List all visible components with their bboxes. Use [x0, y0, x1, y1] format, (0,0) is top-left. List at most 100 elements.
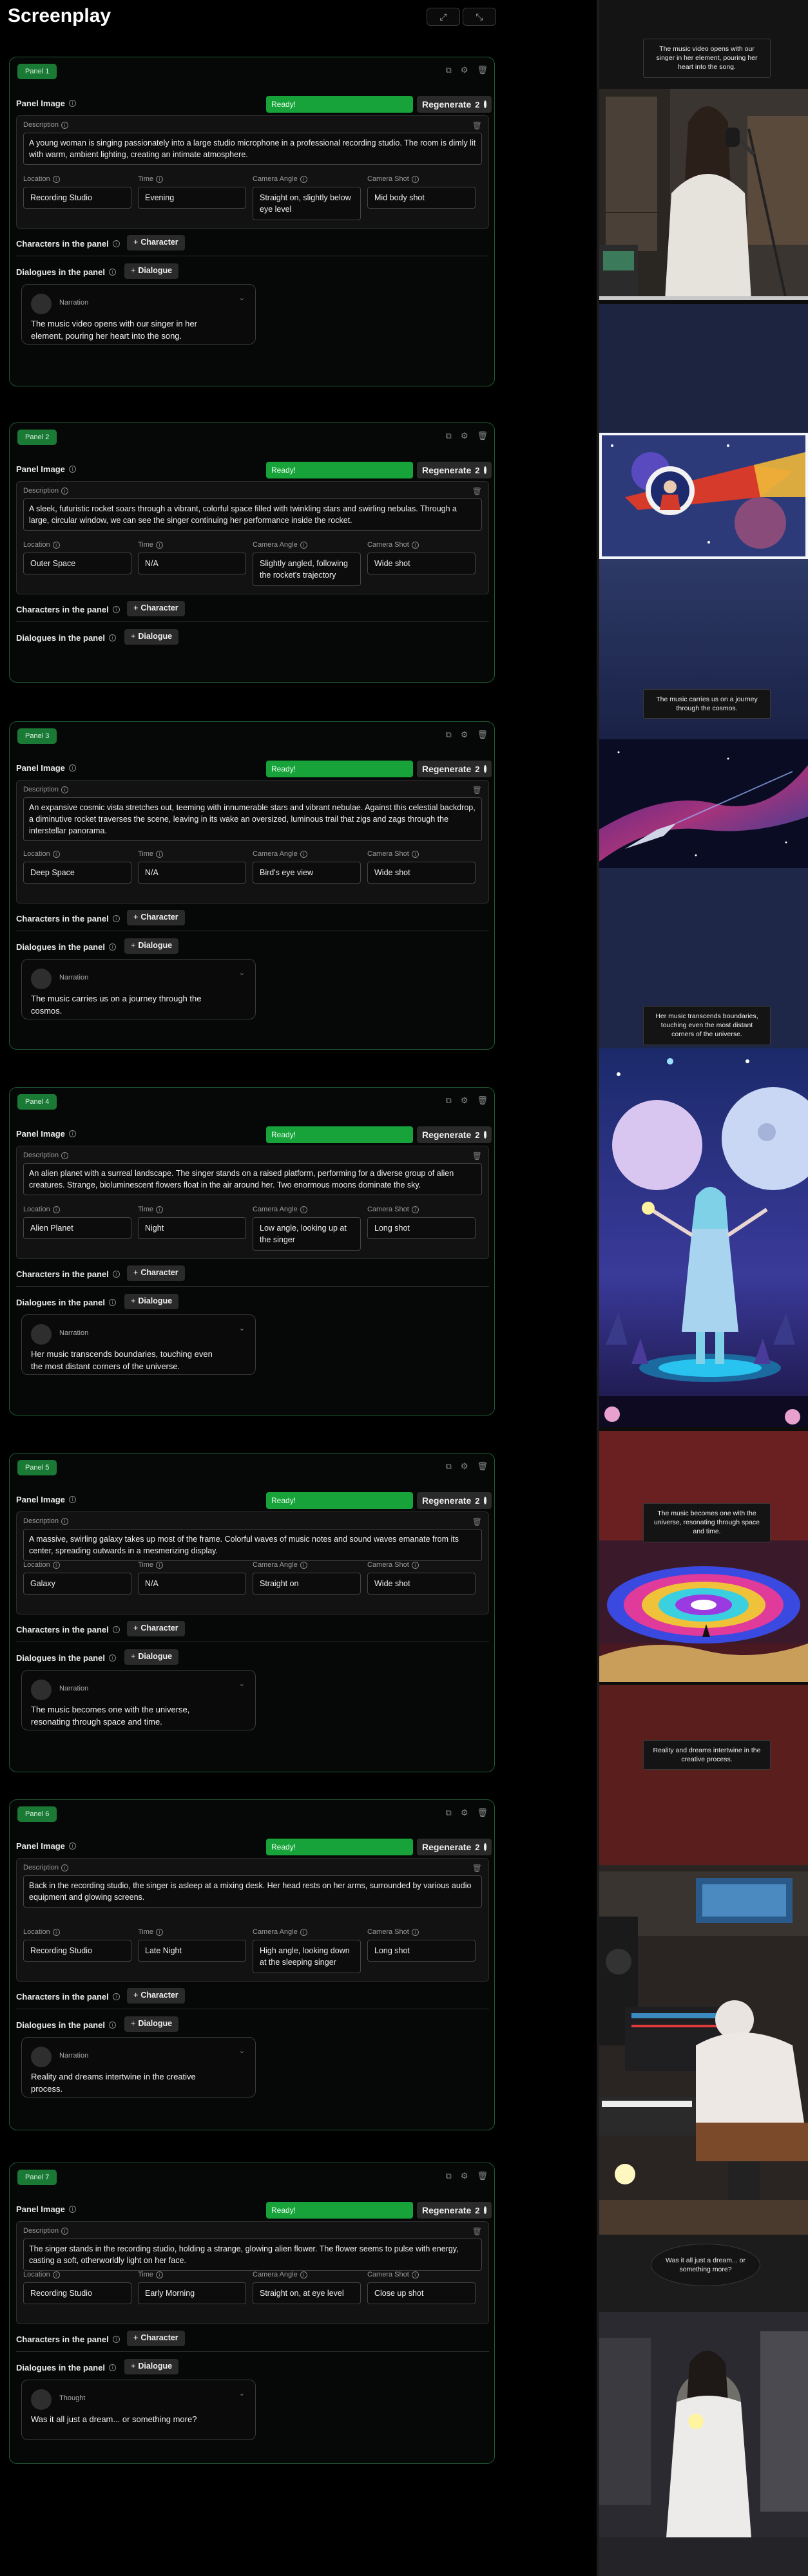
chevron-down-icon[interactable]: ⌄: [239, 294, 245, 302]
dialogue-type[interactable]: Thought: [59, 2394, 85, 2402]
add-dialogue-button[interactable]: + Dialogue: [124, 1649, 179, 1665]
copy-icon[interactable]: ⧉: [446, 431, 452, 441]
location-field[interactable]: Recording Studio: [23, 1940, 131, 1962]
regenerate-button[interactable]: Regenerate 2: [417, 462, 492, 478]
camera_angle-field[interactable]: Straight on, at eye level: [253, 2282, 361, 2305]
dialogue-text[interactable]: The music video opens with our singer in…: [31, 318, 224, 343]
dialogue-card[interactable]: Narration ⌄ Her music transcends boundar…: [21, 1314, 256, 1375]
add-dialogue-button[interactable]: + Dialogue: [124, 2359, 179, 2374]
chevron-down-icon[interactable]: ⌄: [239, 1324, 245, 1332]
add-character-button[interactable]: + Character: [127, 235, 185, 251]
add-character-button[interactable]: + Character: [127, 910, 185, 925]
chevron-down-icon[interactable]: ⌄: [239, 969, 245, 977]
trash-icon[interactable]: 🗑: [477, 1095, 488, 1106]
dialogue-text[interactable]: The music becomes one with the universe,…: [31, 1704, 224, 1728]
dialogue-type[interactable]: Narration: [59, 974, 88, 981]
dialogue-card[interactable]: Narration ⌄ The music video opens with o…: [21, 284, 256, 345]
expand-all-button[interactable]: ⤢: [427, 8, 460, 26]
camera_shot-field[interactable]: Wide shot: [367, 553, 476, 575]
copy-icon[interactable]: ⧉: [446, 1808, 452, 1818]
description-field[interactable]: Back in the recording studio, the singer…: [23, 1875, 482, 1908]
settings-icon[interactable]: ⚙: [461, 730, 468, 740]
camera_shot-field[interactable]: Long shot: [367, 1217, 476, 1240]
camera_angle-field[interactable]: Slightly angled, following the rocket's …: [253, 553, 361, 587]
chevron-down-icon[interactable]: ⌄: [239, 2389, 245, 2398]
location-field[interactable]: Galaxy: [23, 1573, 131, 1595]
trash-icon[interactable]: 🗑: [477, 431, 488, 441]
camera_angle-field[interactable]: Straight on: [253, 1573, 361, 1595]
camera_angle-field[interactable]: Straight on, slightly below eye level: [253, 187, 361, 221]
add-character-button[interactable]: + Character: [127, 1621, 185, 1636]
add-dialogue-button[interactable]: + Dialogue: [124, 2016, 179, 2032]
regenerate-button[interactable]: Regenerate 2: [417, 1839, 492, 1855]
camera_shot-field[interactable]: Close up shot: [367, 2282, 476, 2305]
add-character-button[interactable]: + Character: [127, 2331, 185, 2346]
add-character-button[interactable]: + Character: [127, 601, 185, 616]
description-field[interactable]: An alien planet with a surreal landscape…: [23, 1163, 482, 1196]
trash-icon[interactable]: 🗑: [477, 1808, 488, 1818]
location-field[interactable]: Deep Space: [23, 862, 131, 884]
collapse-all-button[interactable]: ⤡: [463, 8, 496, 26]
dialogue-text[interactable]: Reality and dreams intertwine in the cre…: [31, 2071, 224, 2096]
location-field[interactable]: Recording Studio: [23, 2282, 131, 2305]
trash-icon[interactable]: 🗑: [477, 2171, 488, 2181]
copy-icon[interactable]: ⧉: [446, 730, 452, 740]
trash-icon[interactable]: 🗑: [477, 1461, 488, 1472]
camera_angle-field[interactable]: Bird's eye view: [253, 862, 361, 884]
location-field[interactable]: Alien Planet: [23, 1217, 131, 1240]
add-character-button[interactable]: + Character: [127, 1265, 185, 1281]
dialogue-card[interactable]: Thought ⌄ Was it all just a dream... or …: [21, 2380, 256, 2440]
camera_shot-field[interactable]: Wide shot: [367, 862, 476, 884]
trash-icon[interactable]: 🗑: [472, 2227, 482, 2236]
trash-icon[interactable]: 🗑: [472, 121, 482, 130]
trash-icon[interactable]: 🗑: [472, 1151, 482, 1160]
chevron-down-icon[interactable]: ⌄: [239, 2047, 245, 2055]
time-field[interactable]: N/A: [138, 553, 246, 575]
chevron-down-icon[interactable]: ⌄: [239, 1680, 245, 1688]
add-character-button[interactable]: + Character: [127, 1988, 185, 2003]
location-field[interactable]: Outer Space: [23, 553, 131, 575]
trash-icon[interactable]: 🗑: [472, 786, 482, 795]
add-dialogue-button[interactable]: + Dialogue: [124, 1294, 179, 1309]
time-field[interactable]: Night: [138, 1217, 246, 1240]
time-field[interactable]: Evening: [138, 187, 246, 209]
camera_angle-field[interactable]: Low angle, looking up at the singer: [253, 1217, 361, 1251]
settings-icon[interactable]: ⚙: [461, 1095, 468, 1106]
description-field[interactable]: The singer stands in the recording studi…: [23, 2239, 482, 2271]
regenerate-button[interactable]: Regenerate 2: [417, 1126, 492, 1143]
trash-icon[interactable]: 🗑: [477, 65, 488, 75]
trash-icon[interactable]: 🗑: [472, 1864, 482, 1873]
settings-icon[interactable]: ⚙: [461, 2171, 468, 2181]
settings-icon[interactable]: ⚙: [461, 65, 468, 75]
description-field[interactable]: A sleek, futuristic rocket soars through…: [23, 498, 482, 531]
dialogue-card[interactable]: Narration ⌄ The music carries us on a jo…: [21, 959, 256, 1019]
copy-icon[interactable]: ⧉: [446, 1461, 452, 1472]
camera_shot-field[interactable]: Mid body shot: [367, 187, 476, 209]
location-field[interactable]: Recording Studio: [23, 187, 131, 209]
trash-icon[interactable]: 🗑: [472, 487, 482, 496]
camera_shot-field[interactable]: Wide shot: [367, 1573, 476, 1595]
regenerate-button[interactable]: Regenerate 2: [417, 761, 492, 777]
trash-icon[interactable]: 🗑: [477, 730, 488, 740]
settings-icon[interactable]: ⚙: [461, 431, 468, 441]
dialogue-text[interactable]: The music carries us on a journey throug…: [31, 993, 224, 1018]
regenerate-button[interactable]: Regenerate 2: [417, 2202, 492, 2219]
regenerate-button[interactable]: Regenerate 2: [417, 1492, 492, 1509]
dialogue-card[interactable]: Narration ⌄ Reality and dreams intertwin…: [21, 2037, 256, 2098]
settings-icon[interactable]: ⚙: [461, 1461, 468, 1472]
copy-icon[interactable]: ⧉: [446, 65, 452, 75]
dialogue-type[interactable]: Narration: [59, 2052, 88, 2060]
add-dialogue-button[interactable]: + Dialogue: [124, 938, 179, 954]
time-field[interactable]: Late Night: [138, 1940, 246, 1962]
copy-icon[interactable]: ⧉: [446, 1095, 452, 1106]
settings-icon[interactable]: ⚙: [461, 1808, 468, 1818]
time-field[interactable]: N/A: [138, 1573, 246, 1595]
add-dialogue-button[interactable]: + Dialogue: [124, 263, 179, 279]
description-field[interactable]: An expansive cosmic vista stretches out,…: [23, 797, 482, 842]
copy-icon[interactable]: ⧉: [446, 2171, 452, 2181]
camera_shot-field[interactable]: Long shot: [367, 1940, 476, 1962]
add-dialogue-button[interactable]: + Dialogue: [124, 629, 179, 645]
dialogue-text[interactable]: Was it all just a dream... or something …: [31, 2414, 224, 2426]
regenerate-button[interactable]: Regenerate 2: [417, 96, 492, 113]
trash-icon[interactable]: 🗑: [472, 1517, 482, 1526]
